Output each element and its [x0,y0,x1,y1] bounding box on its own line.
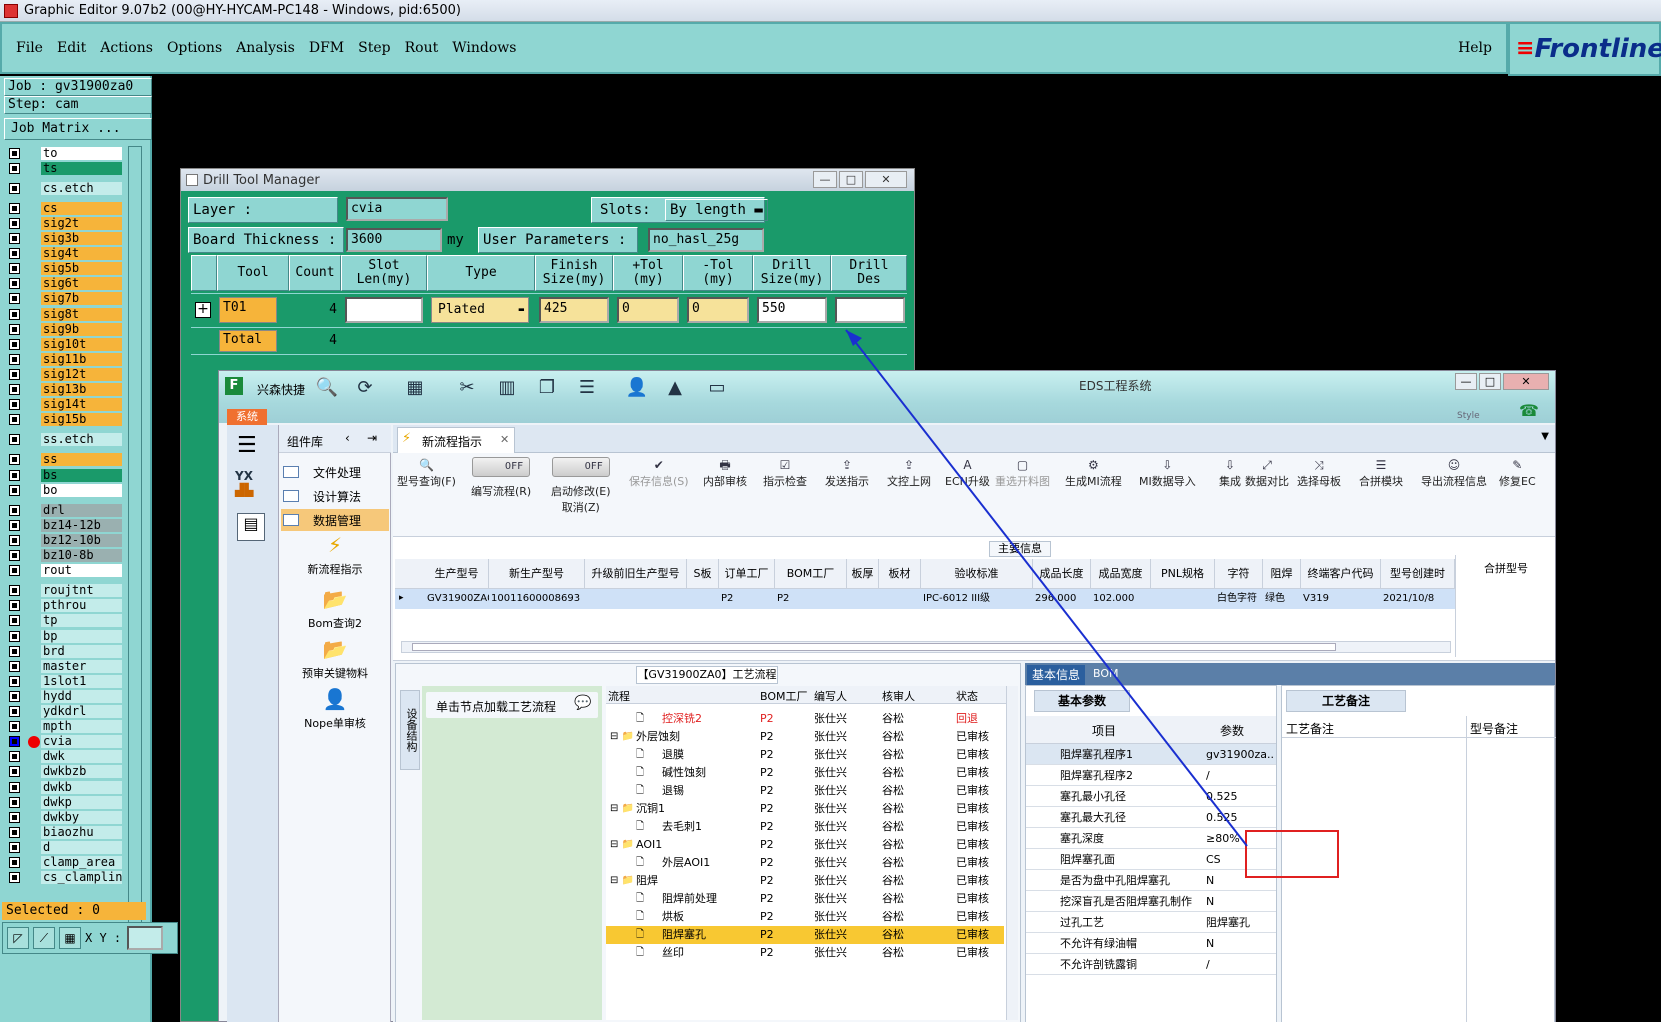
annotation-arrow [845,329,1248,847]
arrow-head [846,330,862,346]
arrow-line [845,329,1248,847]
